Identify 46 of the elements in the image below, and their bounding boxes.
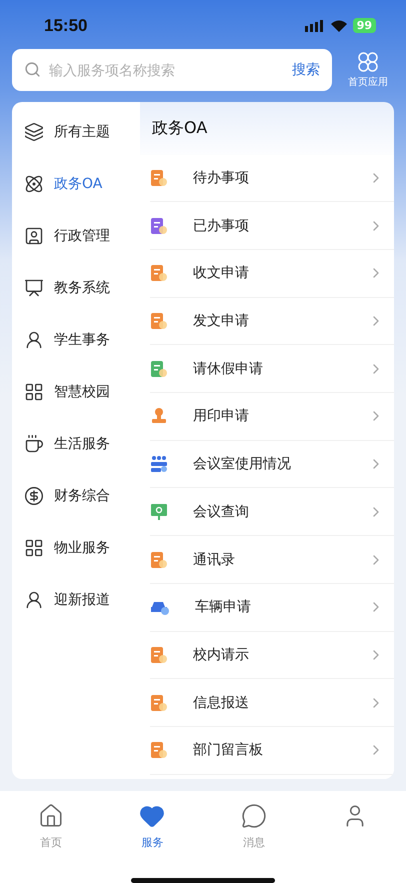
search-icon <box>24 61 41 78</box>
grid-icon <box>24 382 44 402</box>
sidebar-item[interactable]: 行政管理 <box>12 210 140 262</box>
coin-icon <box>24 486 44 506</box>
home-icon <box>38 803 64 829</box>
sidebar-item[interactable]: 所有主题 <box>12 106 140 158</box>
list-item[interactable]: 待办事项 <box>150 154 394 202</box>
tab-item[interactable]: 服务 <box>102 803 203 850</box>
list-item[interactable]: 部门留言板 <box>150 726 394 775</box>
cup-icon <box>24 434 44 454</box>
list-item[interactable]: 请休假申请 <box>150 345 394 394</box>
list-item[interactable]: 通讯录 <box>150 536 394 584</box>
list-item[interactable]: 校内请示 <box>150 632 394 680</box>
grid-icon <box>24 538 44 558</box>
list-item[interactable]: 收文申请 <box>150 250 394 298</box>
user-icon <box>24 590 44 610</box>
sidebar-item[interactable]: 智慧校园 <box>12 366 140 418</box>
sidebar-item[interactable]: 财务综合 <box>12 470 140 522</box>
chat-icon <box>240 803 267 829</box>
wifi-icon <box>330 20 347 32</box>
status-time: 15:50 <box>44 16 88 36</box>
list-item[interactable]: 会议室使用情况 <box>150 440 394 488</box>
sidebar-item[interactable]: 生活服务 <box>12 418 140 470</box>
battery-indicator: 99 <box>352 18 376 34</box>
search-field[interactable]: 输入服务项名称搜索 搜索 <box>12 48 332 91</box>
list-item[interactable]: 已办事项 <box>150 202 394 250</box>
sidebar-item[interactable]: 迎新报道 <box>12 574 140 626</box>
layers-icon <box>24 122 44 142</box>
presentation-icon <box>24 278 44 298</box>
atom-icon <box>24 174 44 194</box>
list-item[interactable]: 会议查询 <box>150 488 394 536</box>
heart-icon <box>139 803 166 829</box>
search-button[interactable]: 搜索 <box>292 60 320 79</box>
list-item[interactable]: 信息报送 <box>150 679 394 727</box>
user-icon <box>24 330 44 350</box>
user-icon <box>24 226 44 246</box>
list-item[interactable]: 车辆申请 <box>150 584 394 632</box>
sidebar-item[interactable]: 教务系统 <box>12 262 140 314</box>
signal-icon <box>304 20 325 32</box>
list-item[interactable]: 用印申请 <box>150 393 394 441</box>
clover-icon <box>357 50 379 73</box>
list-item[interactable]: 发文申请 <box>150 298 394 346</box>
sidebar-item[interactable]: 物业服务 <box>12 522 140 574</box>
section-title: 政务OA <box>151 116 208 139</box>
sidebar-item[interactable]: 政务OA <box>12 158 140 210</box>
sidebar-item[interactable]: 学生事务 <box>12 314 140 366</box>
